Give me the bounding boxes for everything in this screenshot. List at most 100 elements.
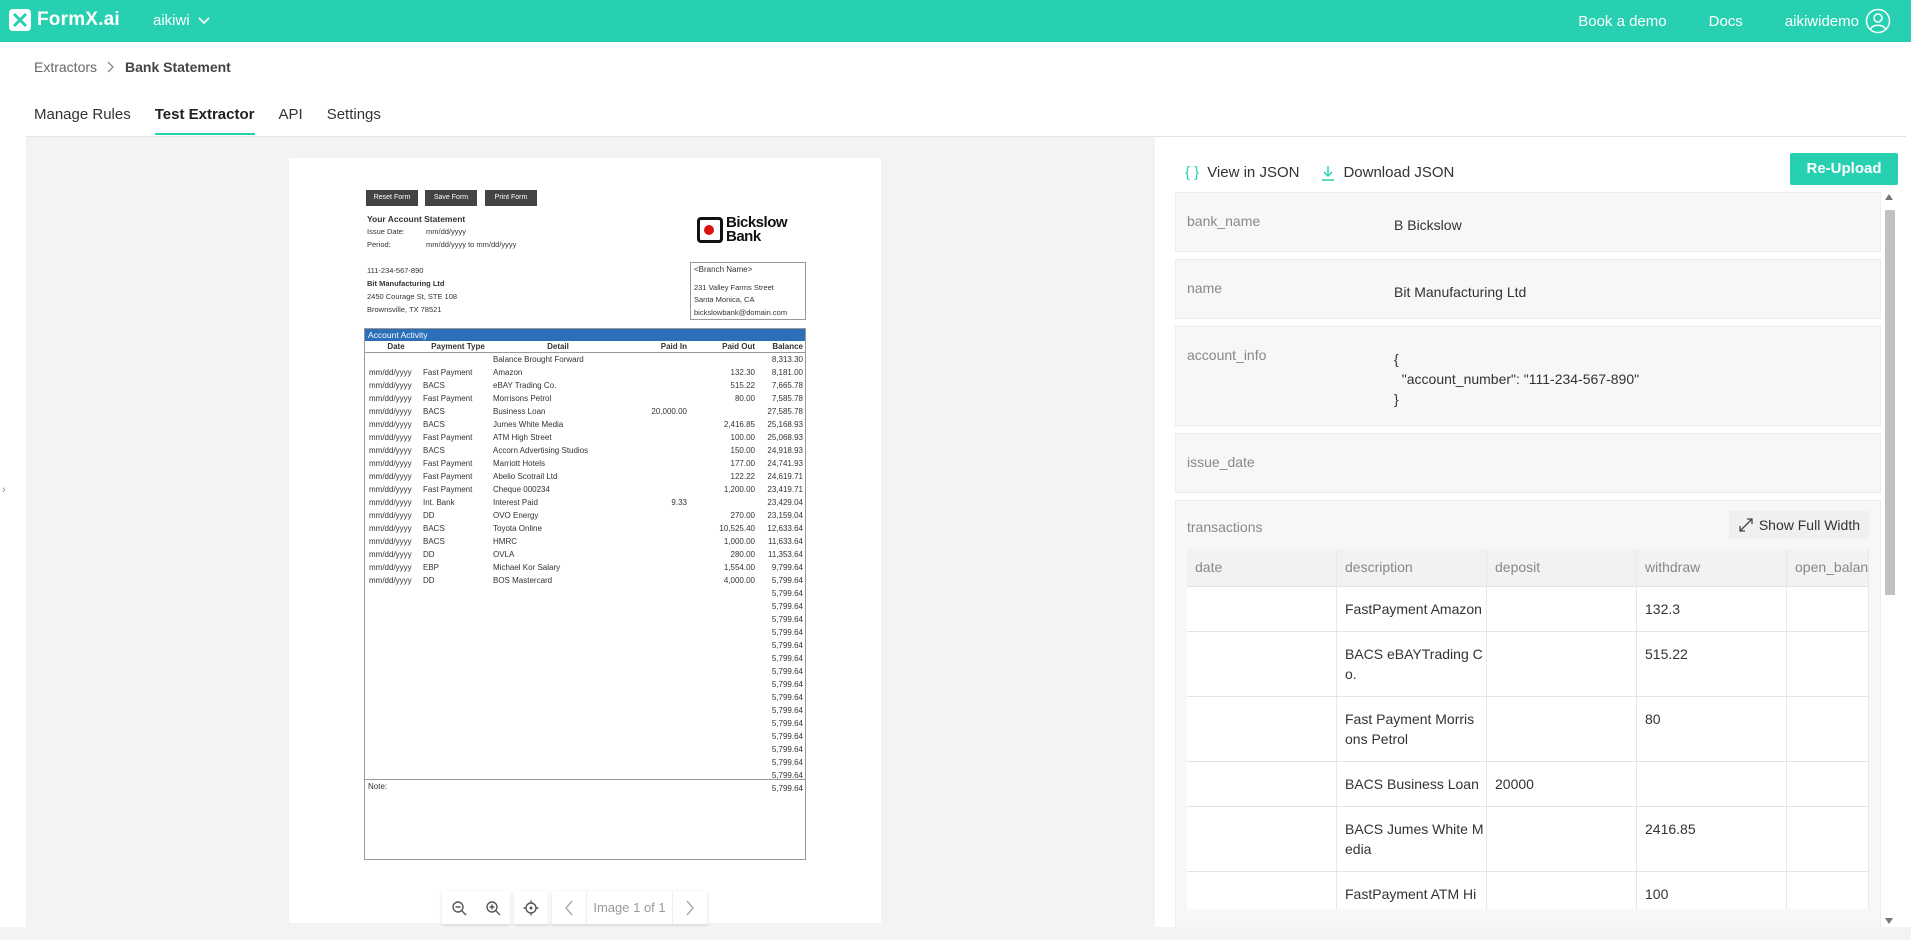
doc-cell-balance: 5,799.64 (771, 667, 803, 676)
doc-cell-type: Fast Payment (423, 433, 473, 442)
extracted-fields[interactable]: bank_name B Bickslow name Bit Manufactur… (1175, 192, 1882, 927)
doc-cell-balance: 5,799.64 (771, 758, 803, 767)
doc-cell-date (365, 691, 423, 704)
doc-cell-detail: Accorn Advertising Studios (493, 446, 589, 455)
doc-cell-paid-out (687, 691, 755, 704)
doc-note: Note: (365, 779, 805, 859)
tx-cell-description: BACS Jumes White M edia (1337, 807, 1487, 871)
download-json-button[interactable]: Download JSON (1321, 164, 1454, 181)
tab-manage-rules[interactable]: Manage Rules (34, 106, 131, 135)
tx-cell-deposit (1487, 632, 1637, 696)
tx-cell-open-balance (1787, 872, 1869, 909)
doc-cell-balance: 23,429.04 (767, 498, 803, 507)
doc-cell-balance: 11,633.64 (768, 537, 803, 546)
doc-activity-row: 5,799.64 (365, 652, 805, 665)
tx-cell-date (1187, 587, 1337, 631)
show-full-width-button[interactable]: Show Full Width (1728, 511, 1870, 539)
bank-logo-icon (697, 217, 723, 243)
doc-cell-paid-in (623, 587, 687, 600)
docs-link[interactable]: Docs (1709, 13, 1743, 30)
doc-cell-paid-out: 1,000.00 (723, 537, 755, 546)
doc-cell-date: mm/dd/yyyy (369, 394, 412, 403)
re-upload-button[interactable]: Re-Upload (1790, 153, 1898, 185)
view-json-button[interactable]: { } View in JSON (1185, 164, 1299, 181)
doc-cell-type: BACS (423, 381, 445, 390)
doc-cell-paid-in (623, 717, 687, 730)
field-account-info: account_info { "account_number": "111-23… (1175, 326, 1881, 426)
doc-cell-paid-in (623, 652, 687, 665)
doc-cell-date: mm/dd/yyyy (369, 368, 412, 377)
doc-activity-columns: Date Payment Type Detail Paid In Paid Ou… (365, 341, 805, 353)
field-key: transactions (1187, 519, 1263, 535)
doc-cell-date: mm/dd/yyyy (369, 446, 412, 455)
tx-cell-description: BACS Business Loan (1337, 762, 1487, 806)
doc-activity-row: mm/dd/yyyy Fast Payment Cheque 000234 1,200… (365, 483, 805, 496)
doc-cell-type (423, 600, 493, 613)
doc-cell-detail: Abelio Scotrail Ltd (493, 472, 558, 481)
doc-cell-paid-out (687, 704, 755, 717)
transaction-row: BACS Business Loan 20000 (1187, 762, 1869, 807)
doc-cell-paid-in (623, 756, 687, 769)
tab-test-extractor[interactable]: Test Extractor (154, 106, 255, 135)
expand-panel-icon[interactable]: › (2, 484, 6, 496)
transactions-table[interactable]: date description deposit withdraw open_b… (1187, 549, 1869, 909)
fit-view-button[interactable] (514, 891, 548, 924)
doc-cell-balance: 5,799.64 (771, 693, 803, 702)
doc-cell-date: mm/dd/yyyy (369, 381, 412, 390)
doc-cell-type: Fast Payment (423, 394, 473, 403)
fit-group (514, 891, 548, 924)
breadcrumb-extractors[interactable]: Extractors (34, 59, 97, 75)
doc-cell-paid-in (623, 418, 687, 431)
doc-cell-date (365, 678, 423, 691)
field-key: name (1187, 280, 1223, 296)
tab-api[interactable]: API (279, 106, 303, 135)
doc-cell-paid-out: 100.00 (730, 433, 755, 442)
doc-cell-paid-in (623, 743, 687, 756)
doc-cell-balance: 24,741.93 (767, 459, 803, 468)
doc-cell-date (365, 743, 423, 756)
doc-cell-date (365, 639, 423, 652)
doc-cell-date (365, 665, 423, 678)
doc-cell-type: BACS (423, 420, 445, 429)
next-page-button[interactable] (673, 891, 707, 924)
doc-cell-paid-out: 2,416.85 (723, 420, 755, 429)
prev-page-button[interactable] (552, 891, 586, 924)
doc-cell-paid-out: 4,000.00 (723, 576, 755, 585)
doc-cell-paid-in (623, 704, 687, 717)
doc-cell-type (423, 626, 493, 639)
zoom-in-button[interactable] (476, 891, 510, 924)
tx-cell-open-balance (1787, 587, 1869, 631)
zoom-out-button[interactable] (442, 891, 476, 924)
doc-cell-paid-out: 1,554.00 (723, 563, 755, 572)
doc-activity-row: mm/dd/yyyy EBP Michael Kor Salary 1,554.00 9… (365, 561, 805, 574)
doc-activity-row: 5,799.64 (365, 756, 805, 769)
doc-activity-row: mm/dd/yyyy BACS eBAY Trading Co. 515.22 7,66… (365, 379, 805, 392)
field-bank-name: bank_name B Bickslow (1175, 192, 1881, 252)
tx-cell-deposit (1487, 587, 1637, 631)
user-menu[interactable]: aikiwidemo (1785, 8, 1891, 34)
doc-issue-date-value: mm/dd/yyyy (426, 227, 467, 236)
doc-cell-detail (493, 587, 623, 600)
logo[interactable]: FormX.ai (9, 9, 120, 31)
results-scrollbar-thumb[interactable] (1885, 210, 1895, 595)
doc-account-activity: Account Activity Date Payment Type Detai… (364, 328, 806, 860)
doc-activity-row: mm/dd/yyyy Fast Payment Abelio Scotrail Lt… (365, 470, 805, 483)
tab-settings[interactable]: Settings (327, 106, 381, 135)
view-json-label: View in JSON (1207, 164, 1300, 181)
doc-cell-date: mm/dd/yyyy (369, 407, 412, 416)
col-withdraw: withdraw (1637, 549, 1787, 586)
doc-cell-type: Int. Bank (423, 498, 455, 507)
doc-cell-type (423, 691, 493, 704)
doc-cell-paid-out (687, 678, 755, 691)
doc-period-label: Period: (367, 240, 391, 249)
viewer-toolbar: Image 1 of 1 (442, 891, 707, 924)
workspace-selector[interactable]: aikiwi (153, 12, 210, 29)
doc-cell-paid-in (623, 353, 687, 366)
book-demo-link[interactable]: Book a demo (1578, 13, 1666, 30)
doc-cell-type: Fast Payment (423, 485, 473, 494)
doc-cell-type (423, 756, 493, 769)
doc-cell-date: mm/dd/yyyy (369, 524, 412, 533)
doc-activity-row: mm/dd/yyyy BACS Business Loan 20,000.00 27,5… (365, 405, 805, 418)
tx-cell-description: FastPayment ATM Hi gh Street (1337, 872, 1487, 909)
doc-cell-detail: Balance Brought Forward (493, 355, 584, 364)
